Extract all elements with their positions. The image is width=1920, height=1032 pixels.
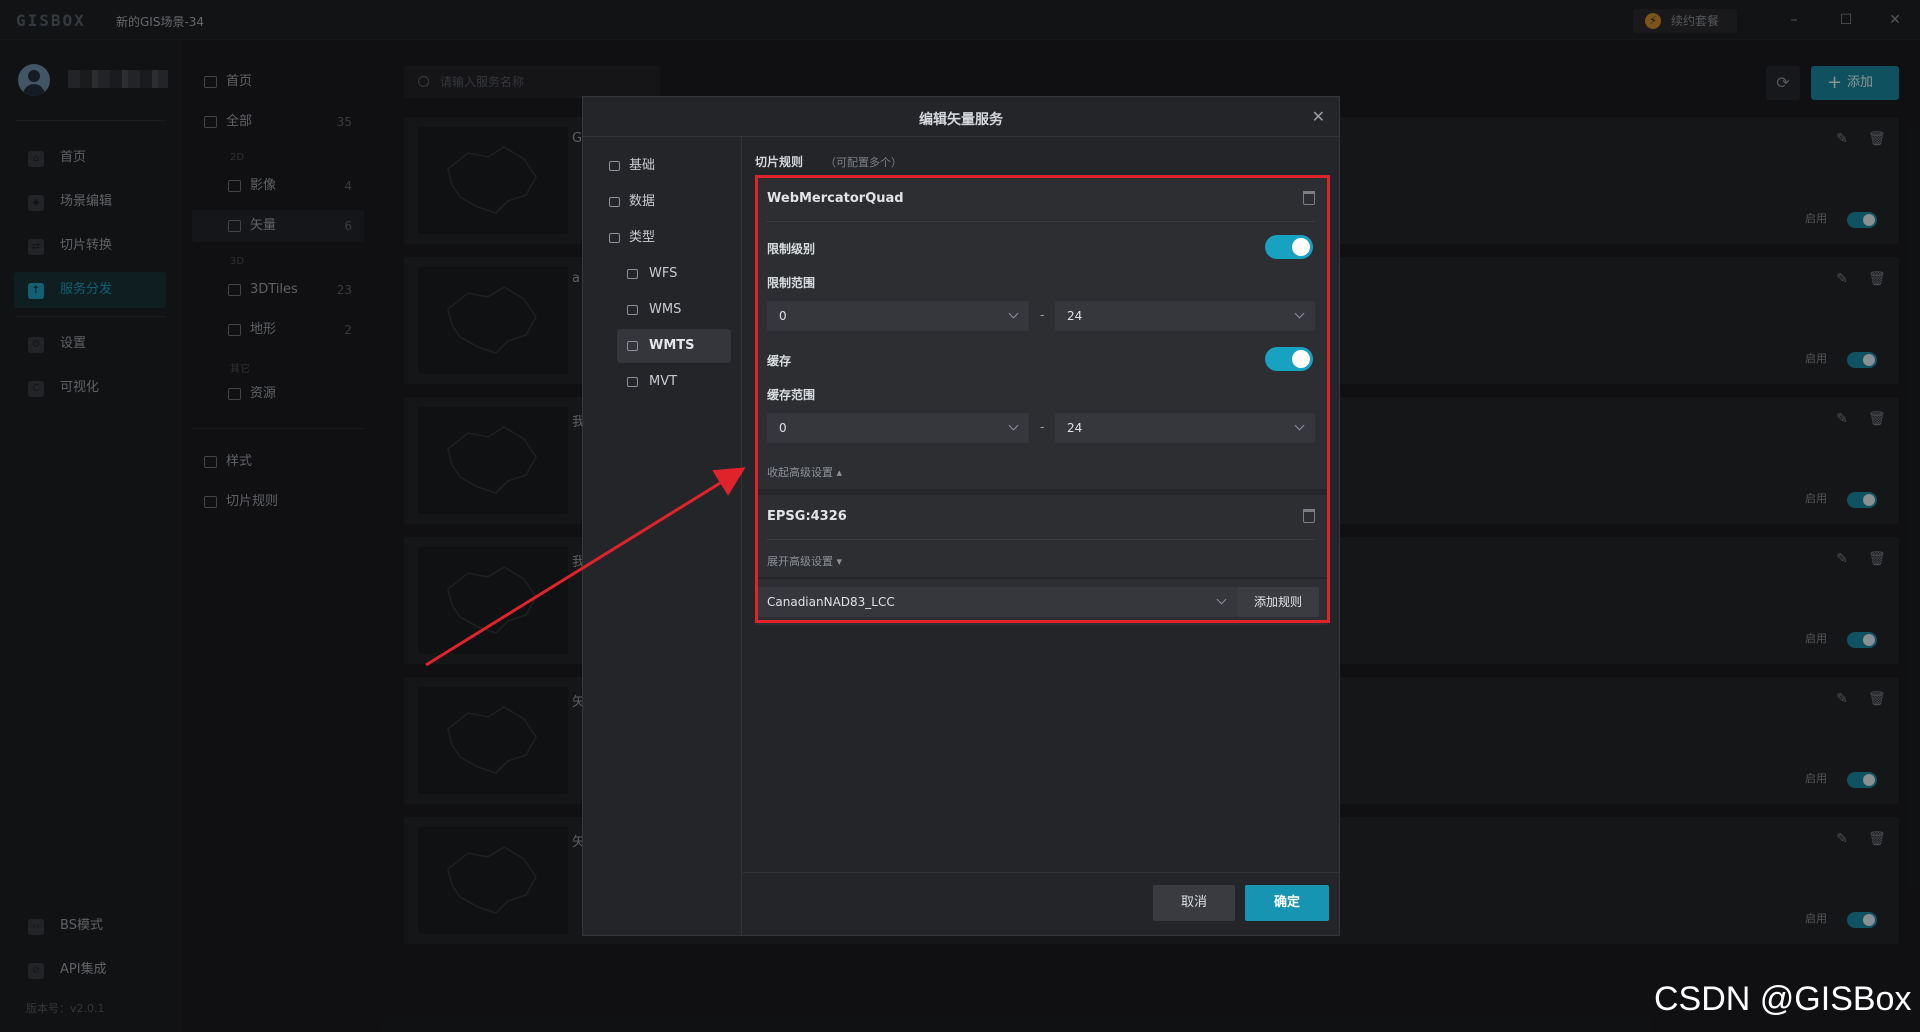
annotation-arrow xyxy=(425,467,746,667)
watermark: CSDN @GISBox xyxy=(1654,980,1912,1018)
